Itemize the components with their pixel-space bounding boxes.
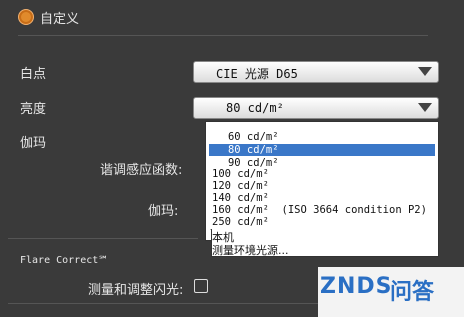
gamma-value-label: 伽玛:: [148, 204, 179, 219]
dropdown-option[interactable]: 250 cd/m²: [212, 216, 440, 228]
brightness-dropdown-list[interactable]: 60 cd/m² 80 cd/m² 90 cd/m² 100 cd/m² 120…: [205, 121, 439, 241]
divider-flare: [8, 238, 198, 239]
dropdown-option[interactable]: 160 cd/m² (ISO 3664 condition P2): [212, 204, 440, 216]
flare-checkbox[interactable]: [194, 279, 208, 293]
divider-bottom: [8, 303, 338, 304]
chevron-down-icon: [418, 103, 432, 112]
dropdown-option[interactable]: 60 cd/m²: [209, 131, 437, 143]
brightness-label: 亮度: [20, 102, 47, 117]
custom-label: 自定义: [40, 12, 80, 27]
dropdown-option[interactable]: 测量环境光源...: [212, 242, 289, 258]
white-point-value: CIE 光源 D65: [216, 67, 298, 81]
tone-response-label: 谐调感应函数:: [100, 163, 183, 178]
brightness-select[interactable]: 80 cd/m²: [193, 97, 439, 119]
custom-radio[interactable]: [18, 9, 34, 25]
chevron-down-icon: [418, 67, 432, 76]
dropdown-list-extra[interactable]: 本机 测量环境光源...: [211, 229, 439, 257]
dropdown-option[interactable]: 140 cd/m²: [212, 192, 440, 204]
flare-checkbox-label: 测量和调整闪光:: [88, 283, 184, 298]
gamma-label: 伽玛: [20, 136, 47, 151]
divider-top: [18, 35, 428, 36]
brightness-value: 80 cd/m²: [226, 101, 284, 115]
white-point-label: 白点: [20, 67, 47, 82]
white-point-select[interactable]: CIE 光源 D65: [193, 61, 439, 83]
dropdown-option-selected[interactable]: 80 cd/m²: [209, 144, 435, 156]
dropdown-option[interactable]: 100 cd/m²: [212, 168, 440, 180]
watermark-chinese: 问答: [390, 280, 435, 305]
flare-section-title: Flare Correct℠: [20, 255, 109, 266]
watermark-brand: ZNDS: [320, 274, 393, 299]
dropdown-option[interactable]: 120 cd/m²: [212, 180, 440, 192]
